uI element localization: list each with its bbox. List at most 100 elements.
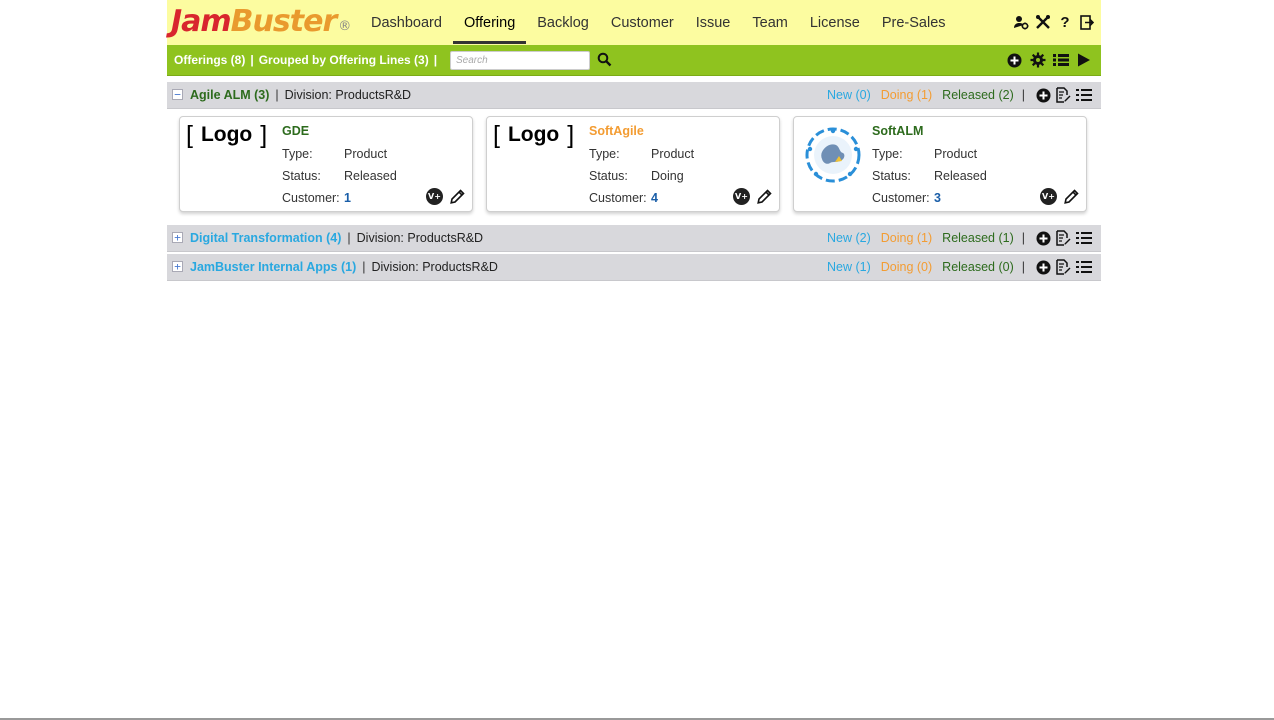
- tools-icon[interactable]: [1035, 13, 1051, 31]
- logo-placeholder: [Logo]: [493, 121, 575, 149]
- customer-count[interactable]: 3: [934, 191, 941, 205]
- status-value: Released: [934, 169, 987, 183]
- offering-card-softagile[interactable]: [Logo] SoftAgile Type: Product Status: Doi…: [486, 116, 780, 212]
- customer-label: Customer:: [282, 191, 340, 205]
- group-title-separator: |: [275, 88, 279, 102]
- version-add-icon[interactable]: V+: [1040, 188, 1057, 205]
- collapse-toggle[interactable]: −: [172, 89, 183, 100]
- nav-backlog[interactable]: Backlog: [526, 0, 600, 45]
- status-doing-count[interactable]: Doing (0): [881, 260, 932, 274]
- settings-icon[interactable]: [1029, 51, 1046, 69]
- stats-separator: |: [1021, 260, 1025, 274]
- edit-pencil-icon[interactable]: [756, 188, 773, 205]
- card-actions: V+: [733, 188, 773, 205]
- logout-icon[interactable]: [1079, 13, 1095, 31]
- logo-placeholder: [Logo]: [186, 121, 268, 149]
- group-actions: [1035, 229, 1092, 247]
- add-icon[interactable]: [1006, 51, 1023, 69]
- version-add-label: V+: [426, 188, 443, 205]
- offering-line-jambuster-internal-apps: + JamBuster Internal Apps (1) | Division: …: [167, 254, 1101, 281]
- version-add-icon[interactable]: V+: [733, 188, 750, 205]
- logo-placeholder-text: Logo: [507, 123, 560, 146]
- toolbar-separator: |: [433, 53, 438, 67]
- add-offering-icon[interactable]: [1035, 258, 1052, 276]
- customer-row: Customer: 1: [282, 191, 351, 205]
- offering-card-gde[interactable]: [Logo] GDE Type: Product Status: Released …: [179, 116, 473, 212]
- expand-toggle[interactable]: +: [172, 232, 183, 243]
- status-released-count[interactable]: Released (1): [942, 231, 1014, 245]
- group-title: Digital Transformation (4) | Division: Pro…: [190, 225, 483, 251]
- nav-issue[interactable]: Issue: [685, 0, 742, 45]
- type-label: Type:: [872, 147, 903, 161]
- group-name[interactable]: Digital Transformation (4): [190, 231, 341, 245]
- status-doing-count[interactable]: Doing (1): [881, 88, 932, 102]
- group-status-counts: New (2) Doing (1) Released (1) |: [827, 225, 1025, 251]
- status-new-count[interactable]: New (0): [827, 88, 871, 102]
- logo-registered-mark: ®: [338, 19, 351, 34]
- group-status-counts: New (0) Doing (1) Released (2) |: [827, 82, 1025, 108]
- group-actions: [1035, 258, 1092, 276]
- list-details-icon[interactable]: [1075, 229, 1092, 247]
- play-icon[interactable]: [1075, 51, 1092, 69]
- status-value: Released: [344, 169, 397, 183]
- status-row: Status: Doing: [589, 169, 684, 183]
- customer-count[interactable]: 4: [651, 191, 658, 205]
- customer-label: Customer:: [872, 191, 930, 205]
- edit-document-icon[interactable]: [1055, 86, 1072, 104]
- nav-team[interactable]: Team: [741, 0, 798, 45]
- group-division: Division: ProductsR&D: [284, 88, 412, 102]
- group-title: JamBuster Internal Apps (1) | Division: Pr…: [190, 254, 498, 280]
- list-view-icon[interactable]: [1052, 51, 1069, 69]
- group-actions: [1035, 86, 1092, 104]
- offering-line-agile-alm: − Agile ALM (3) | Division: ProductsR&D Ne…: [167, 82, 1101, 109]
- nav-pre-sales[interactable]: Pre-Sales: [871, 0, 957, 45]
- group-title: Agile ALM (3) | Division: ProductsR&D: [190, 82, 411, 108]
- jambuster-logo[interactable]: JamBuster ®: [171, 3, 351, 41]
- search-icon[interactable]: [597, 52, 612, 70]
- customer-count[interactable]: 1: [344, 191, 351, 205]
- edit-document-icon[interactable]: [1055, 258, 1072, 276]
- offering-card-softalm[interactable]: SoftALM Type: Product Status: Released Cus…: [793, 116, 1087, 212]
- user-settings-icon[interactable]: [1013, 13, 1029, 31]
- offering-name[interactable]: SoftAgile: [589, 124, 644, 138]
- type-value: Product: [651, 147, 695, 161]
- group-division: Division: ProductsR&D: [356, 231, 484, 245]
- offerings-toolbar: Offerings (8) | Grouped by Offering Lines …: [167, 45, 1101, 76]
- group-division: Division: ProductsR&D: [371, 260, 498, 274]
- status-label: Status:: [589, 169, 628, 183]
- search-input[interactable]: [450, 51, 590, 70]
- version-add-icon[interactable]: V+: [426, 188, 443, 205]
- expand-toggle[interactable]: +: [172, 261, 183, 272]
- status-new-count[interactable]: New (1): [827, 260, 871, 274]
- nav-customer[interactable]: Customer: [600, 0, 685, 45]
- add-offering-icon[interactable]: [1035, 86, 1052, 104]
- offering-name[interactable]: GDE: [282, 124, 309, 138]
- add-offering-icon[interactable]: [1035, 229, 1052, 247]
- edit-pencil-icon[interactable]: [449, 188, 466, 205]
- type-row: Type: Product: [589, 147, 694, 161]
- offering-name[interactable]: SoftALM: [872, 124, 923, 138]
- status-new-count[interactable]: New (2): [827, 231, 871, 245]
- list-details-icon[interactable]: [1075, 258, 1092, 276]
- edit-document-icon[interactable]: [1055, 229, 1072, 247]
- type-value: Product: [344, 147, 388, 161]
- status-released-count[interactable]: Released (0): [942, 260, 1014, 274]
- nav-offering[interactable]: Offering: [452, 0, 527, 45]
- nav-license[interactable]: License: [799, 0, 871, 45]
- status-doing-count[interactable]: Doing (1): [881, 231, 932, 245]
- group-name[interactable]: JamBuster Internal Apps (1): [190, 260, 356, 274]
- list-details-icon[interactable]: [1075, 86, 1092, 104]
- stats-separator: |: [1021, 231, 1025, 245]
- grouped-by-label[interactable]: Grouped by Offering Lines (3): [259, 53, 429, 67]
- help-icon[interactable]: ?: [1057, 13, 1073, 31]
- softalm-logo-image: [802, 124, 864, 189]
- type-value: Product: [934, 147, 978, 161]
- main-nav: Dashboard Offering Backlog Customer Issu…: [360, 0, 957, 45]
- offerings-count[interactable]: Offerings (8): [174, 53, 245, 67]
- top-header: JamBuster ® Dashboard Offering Backlog Cu…: [167, 0, 1101, 45]
- nav-dashboard[interactable]: Dashboard: [360, 0, 453, 45]
- edit-pencil-icon[interactable]: [1063, 188, 1080, 205]
- status-released-count[interactable]: Released (2): [942, 88, 1014, 102]
- group-name[interactable]: Agile ALM (3): [190, 88, 269, 102]
- version-add-label: V+: [733, 188, 750, 205]
